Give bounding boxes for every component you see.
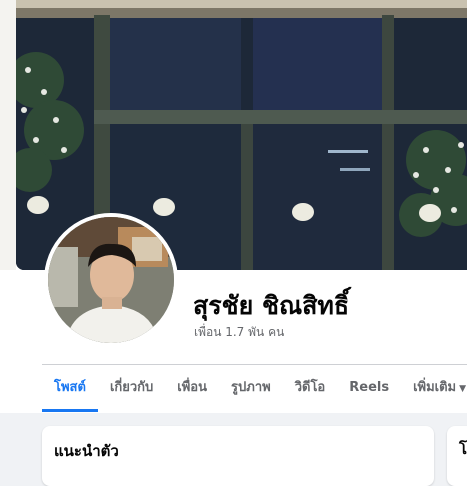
tab-friends-label: เพื่อน [177, 380, 208, 395]
tab-posts-label: โพสต์ [54, 380, 86, 395]
tab-photos-label: รูปภาพ [231, 380, 271, 395]
friends-count[interactable]: เพื่อน 1.7 พัน คน [194, 323, 284, 342]
tab-about-label: เกี่ยวกับ [109, 380, 154, 395]
tab-reels[interactable]: Reels [337, 366, 401, 412]
tab-videos[interactable]: วิดีโอ [283, 366, 338, 412]
profile-name[interactable]: สุรชัย ชิณสิทธิ์ [193, 286, 349, 326]
profile-avatar[interactable] [44, 213, 178, 347]
tab-photos[interactable]: รูปภาพ [219, 366, 283, 412]
tab-more-label: เพิ่มเติม [413, 380, 457, 395]
tab-reels-label: Reels [349, 380, 390, 395]
intro-card-title: แนะนำตัว [54, 442, 119, 460]
tab-about[interactable]: เกี่ยวกับ [98, 366, 165, 412]
profile-tabs: โพสต์ เกี่ยวกับ เพื่อน รูปภาพ วิดีโอ Ree… [42, 366, 467, 412]
tab-videos-label: วิดีโอ [294, 380, 326, 395]
side-card: โ [447, 426, 467, 486]
side-card-title: โ [459, 440, 467, 458]
tab-posts[interactable]: โพสต์ [42, 366, 98, 412]
divider [42, 364, 467, 365]
page-gutter [0, 0, 16, 270]
tab-friends[interactable]: เพื่อน [165, 366, 219, 412]
intro-card: แนะนำตัว [42, 426, 434, 486]
avatar-image [48, 217, 174, 343]
caret-down-icon: ▼ [459, 384, 467, 394]
tab-more[interactable]: เพิ่มเติม ▼ [401, 366, 467, 412]
